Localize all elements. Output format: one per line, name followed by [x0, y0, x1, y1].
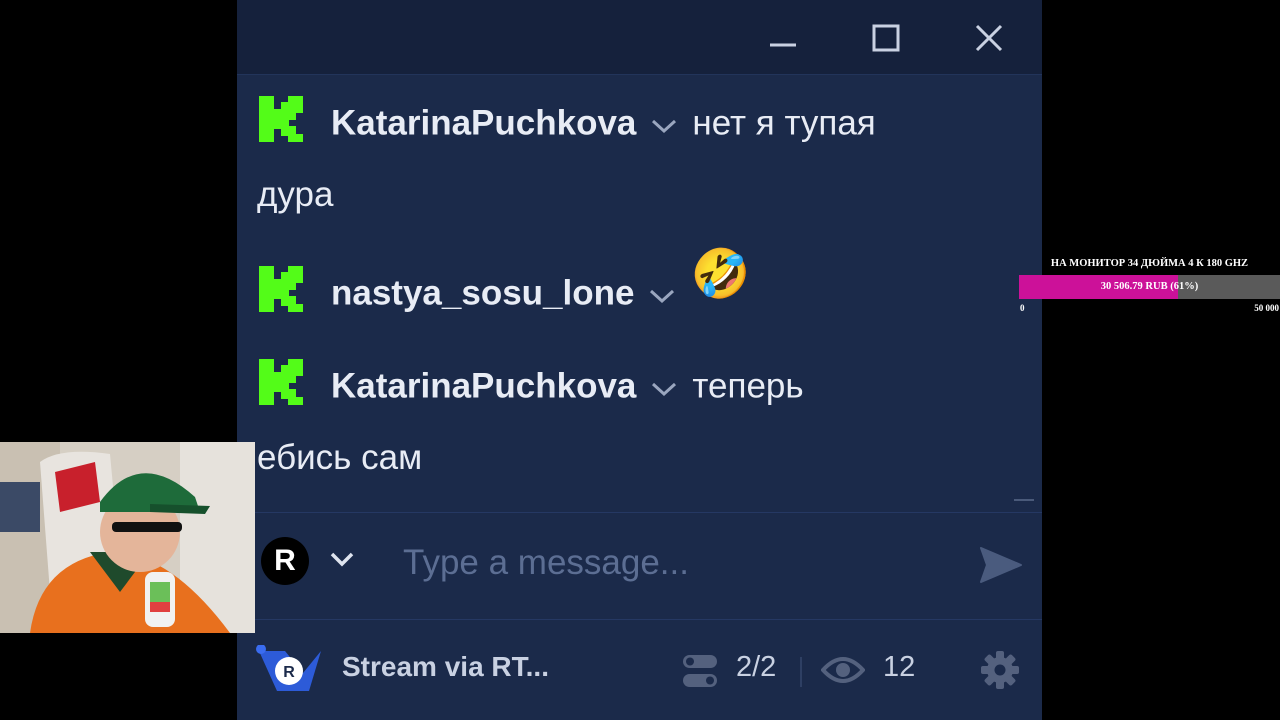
chat-username[interactable]: KatarinaPuchkova [331, 104, 636, 143]
kick-icon [257, 94, 305, 153]
kick-icon [257, 357, 305, 416]
message-composer: R [255, 512, 1042, 620]
scroll-indicator[interactable] [1014, 499, 1034, 501]
channels-icon [683, 655, 717, 687]
goal-title: НА МОНИТОР 34 ДЮЙМА 4 К 180 GHZ [1050, 258, 1249, 269]
message-input[interactable] [401, 541, 965, 585]
divider [800, 657, 802, 687]
eye-icon [821, 657, 865, 683]
chevron-down-icon[interactable] [650, 104, 678, 144]
account-avatar[interactable]: R [261, 537, 309, 585]
stream-label[interactable]: Stream via RT... [342, 651, 549, 683]
chat-username[interactable]: nastya_sosu_lone [331, 274, 634, 313]
chevron-down-icon[interactable] [648, 274, 676, 314]
message-list[interactable]: KatarinaPuchkova нет я тупая дура nastya_… [237, 74, 1042, 511]
emoji: 🤣 [690, 248, 751, 301]
donation-goal-widget: НА МОНИТОР 34 ДЮЙМА 4 К 180 GHZ 30 506.7… [1019, 258, 1280, 318]
send-icon[interactable] [979, 545, 1023, 585]
goal-min-label: 0 [1020, 303, 1025, 313]
close-icon [975, 24, 1003, 52]
title-bar [237, 0, 1042, 75]
goal-max-label: 50 000 [1254, 303, 1279, 313]
svg-text:R: R [283, 664, 295, 681]
kick-icon [257, 264, 305, 323]
chat-message: nastya_sosu_lone 🤣 [257, 248, 750, 323]
minimize-button[interactable] [760, 16, 806, 60]
chat-message: KatarinaPuchkova нет я тупая [257, 94, 876, 153]
chat-window: KatarinaPuchkova нет я тупая дура nastya_… [237, 0, 1042, 720]
viewer-count: 12 [883, 651, 916, 683]
app-logo-icon: R [256, 645, 321, 691]
chevron-down-icon[interactable] [650, 367, 678, 407]
goal-progress-bar: 30 506.79 RUB (61%) [1019, 275, 1280, 299]
gear-icon[interactable] [980, 650, 1020, 690]
maximize-button[interactable] [863, 16, 909, 60]
chat-message-text-continued: ебись сам [257, 438, 423, 477]
chat-username[interactable]: KatarinaPuchkova [331, 367, 636, 406]
goal-amount: 30 506.79 RUB (61%) [1100, 281, 1199, 292]
webcam-image [0, 442, 255, 633]
chat-message: KatarinaPuchkova теперь [257, 357, 804, 416]
webcam-overlay [0, 442, 255, 633]
chat-message-text-continued: дура [257, 175, 334, 214]
maximize-icon [872, 24, 900, 52]
close-button[interactable] [966, 16, 1012, 60]
chat-message-text: теперь [692, 366, 804, 406]
channel-count: 2/2 [736, 651, 777, 683]
status-footer: R Stream via RT... 2/2 12 [237, 619, 1042, 720]
chevron-down-icon[interactable] [329, 549, 355, 569]
chat-message-text: нет я тупая [692, 103, 876, 143]
minimize-icon [770, 43, 796, 47]
